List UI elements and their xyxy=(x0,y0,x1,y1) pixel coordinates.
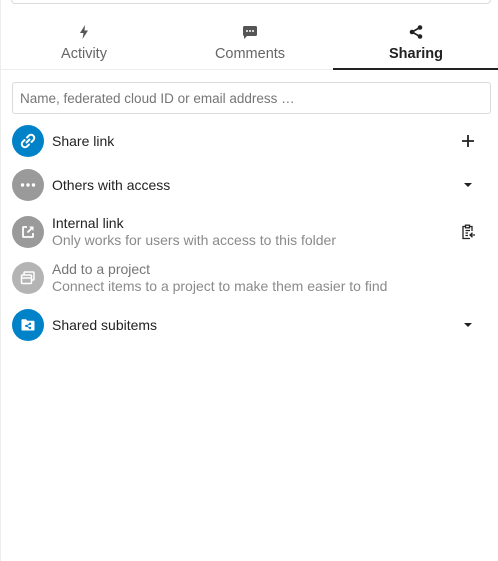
chevron-down-icon[interactable] xyxy=(456,173,480,197)
sidebar-tabs: Activity Comments Sharing xyxy=(1,22,498,70)
shared-subitems-title: Shared subitems xyxy=(52,316,158,333)
share-link-row: Share link xyxy=(12,125,491,157)
tab-activity[interactable]: Activity xyxy=(1,22,167,69)
chevron-down-icon[interactable] xyxy=(456,313,480,337)
clipboard-icon[interactable] xyxy=(456,220,480,244)
add-to-project-title: Add to a project xyxy=(52,261,151,277)
link-icon xyxy=(12,125,44,157)
tab-sharing-label: Sharing xyxy=(389,46,443,62)
external-link-icon xyxy=(12,216,44,248)
more-horizontal-icon xyxy=(12,169,44,201)
internal-link-subtitle: Only works for users with access to this… xyxy=(52,232,336,248)
others-with-access-row[interactable]: Others with access xyxy=(12,169,491,201)
internal-link-title: Internal link xyxy=(52,215,124,231)
tab-comments[interactable]: Comments xyxy=(167,22,333,69)
activity-icon xyxy=(76,24,92,40)
previous-panel-edge xyxy=(11,0,491,4)
tab-sharing[interactable]: Sharing xyxy=(333,22,498,70)
add-icon[interactable] xyxy=(456,129,480,153)
comment-icon xyxy=(242,24,258,40)
shared-folder-icon xyxy=(12,309,44,341)
internal-link-row: Internal link Only works for users with … xyxy=(12,215,491,249)
tab-comments-label: Comments xyxy=(214,46,286,62)
tab-activity-label: Activity xyxy=(61,46,107,62)
sharing-sidebar: Activity Comments Sharing Share link xyxy=(0,0,498,561)
share-link-title: Share link xyxy=(52,132,115,149)
share-icon xyxy=(408,24,424,40)
shared-subitems-row[interactable]: Shared subitems xyxy=(12,309,491,341)
share-search-input[interactable] xyxy=(12,82,491,114)
add-to-project-row[interactable]: Add to a project Connect items to a proj… xyxy=(12,261,491,295)
project-icon xyxy=(12,262,44,294)
add-to-project-subtitle: Connect items to a project to make them … xyxy=(52,278,388,294)
others-with-access-title: Others with access xyxy=(52,176,171,193)
